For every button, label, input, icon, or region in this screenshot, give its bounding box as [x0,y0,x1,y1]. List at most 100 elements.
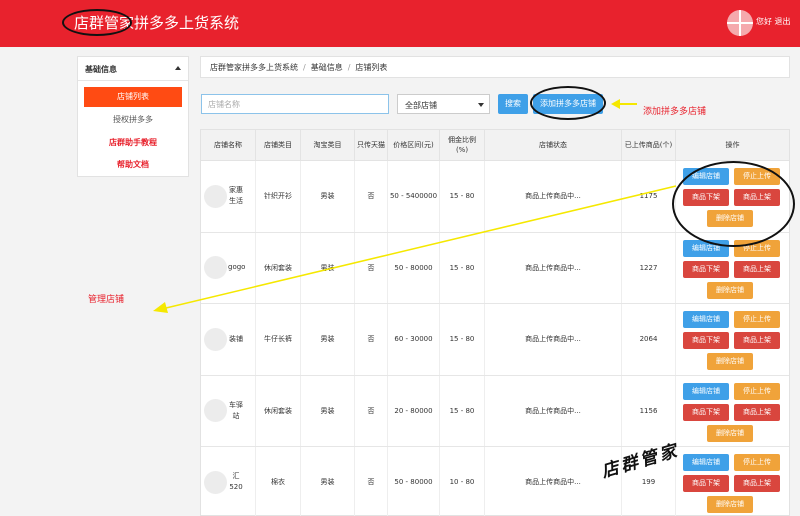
tmall-only-cell: 否 [355,447,388,516]
shop-name-cell: 家惠生活 [201,161,256,232]
goods-online-button[interactable]: 商品上架 [734,475,780,492]
delete-shop-button[interactable]: 删除店铺 [707,353,753,370]
taobao-category-cell: 男装 [301,375,355,446]
goods-online-button[interactable]: 商品上架 [734,260,780,278]
shop-avatar [204,327,227,351]
column-header-price-range: 价格区间(元) [388,130,440,161]
logout-link[interactable]: 退出 [775,17,791,26]
add-button-highlight-oval [530,86,606,120]
shop-name: 车驿站 [229,400,243,420]
column-header-shop-status: 店铺状态 [485,130,622,161]
price-range-cell: 50 - 80000 [388,232,440,303]
sidebar-item-help[interactable]: 帮助文档 [84,155,182,175]
price-range-cell: 50 - 80000 [388,447,440,516]
delete-shop-button[interactable]: 删除店铺 [707,424,753,442]
taobao-category-cell: 男装 [301,161,355,232]
app-title-suffix: 拼多多上货系统 [134,14,240,32]
goods-offline-button[interactable]: 商品下架 [683,475,729,492]
uploaded-count-cell: 1156 [622,375,676,446]
shop-name-cell: 车驿站 [201,375,256,446]
breadcrumb-item-basic[interactable]: 基础信息 [311,63,343,72]
shop-name: 汇520 [229,472,243,492]
column-header-tmall-only: 只传天猫 [355,130,388,161]
uploaded-count-cell: 1227 [622,232,676,303]
shop-avatar [204,184,227,208]
shop-status-cell: 商品上传商品中... [485,375,622,446]
delete-shop-button[interactable]: 删除店铺 [707,281,753,299]
table-row: 车驿站 休闲套装 男装否 20 - 80000 15 - 80 商品上传商品中... 115… [201,375,789,447]
sidebar-item-authorize[interactable]: 授权拼多多 [84,110,182,130]
actions-highlight-oval [672,161,795,247]
goods-offline-button[interactable]: 商品下架 [683,403,729,421]
user-links: 您好 退出 [756,16,791,27]
breadcrumb: 店群管家拼多多上货系统 / 基础信息 / 店铺列表 [200,56,790,78]
shop-category-cell: 牛仔长裤 [256,304,301,375]
taobao-category-cell: 男装 [301,447,355,516]
table-row: 装铺 牛仔长裤 男装否 60 - 30000 15 - 80 商品上传商品中... 2064… [201,304,789,376]
shop-name: 装铺 [229,334,243,343]
shop-name: 家惠生活 [229,186,243,206]
goods-offline-button[interactable]: 商品下架 [683,332,729,349]
commission-cell: 15 - 80 [440,161,485,232]
price-range-cell: 60 - 30000 [388,304,440,375]
column-header-actions: 操作 [676,130,789,161]
goods-online-button[interactable]: 商品上架 [734,403,780,421]
goods-offline-button[interactable]: 商品下架 [683,260,729,278]
shop-category-cell: 针织开衫 [256,161,301,232]
uploaded-count-cell: 2064 [622,304,676,375]
sidebar: 基础信息 店铺列表 授权拼多多 店群助手教程 帮助文档 [77,56,189,177]
column-header-taobao-category: 淘宝类目 [301,130,355,161]
greeting-text: 您好 [756,17,772,26]
shop-filter-select[interactable]: 全部店铺 [397,94,490,114]
goods-online-button[interactable]: 商品上架 [734,332,780,349]
manage-shop-annotation: 管理店铺 [88,295,125,305]
tmall-only-cell: 否 [355,232,388,303]
commission-cell: 15 - 80 [440,304,485,375]
sidebar-section-title: 基础信息 [85,65,117,74]
sidebar-item-shop-list[interactable]: 店铺列表 [84,87,182,107]
shop-status-cell: 商品上传商品中... [485,304,622,375]
taobao-category-cell: 男装 [301,304,355,375]
breadcrumb-separator: / [303,63,306,72]
shop-avatar [204,399,227,423]
sidebar-section-header[interactable]: 基础信息 [78,57,188,81]
edit-shop-button[interactable]: 编辑店铺 [683,454,729,471]
shop-category-cell: 休闲套装 [256,375,301,446]
edit-shop-button[interactable]: 编辑店铺 [683,311,729,328]
table-row: 汇520 棉衣 男装否 50 - 80000 10 - 80 商品上传商品中... 199 编… [201,447,789,516]
stop-upload-button[interactable]: 停止上传 [734,382,780,400]
stop-upload-button[interactable]: 停止上传 [734,311,780,328]
shop-avatar [204,256,227,280]
shop-name-cell: 汇520 [201,447,256,516]
shop-name-cell: gogo [201,232,256,303]
breadcrumb-item-home[interactable]: 店群管家拼多多上货系统 [210,63,298,72]
price-range-cell: 20 - 80000 [388,375,440,446]
uploaded-count-cell: 1175 [622,161,676,232]
brand-highlight-oval [62,9,132,36]
search-button[interactable]: 搜索 [498,94,528,114]
shop-avatar [204,470,227,494]
taobao-category-cell: 男装 [301,232,355,303]
tmall-only-cell: 否 [355,304,388,375]
column-header-commission: 佣金比例(%) [440,130,485,161]
column-header-shop-category: 店铺类目 [256,130,301,161]
shop-status-cell: 商品上传商品中... [485,232,622,303]
shop-name-search-input[interactable] [201,94,389,114]
commission-cell: 15 - 80 [440,232,485,303]
caret-up-icon [175,66,181,70]
breadcrumb-item-current: 店铺列表 [355,63,388,72]
price-range-cell: 50 - 5400000 [388,161,440,232]
stop-upload-button[interactable]: 停止上传 [734,454,780,471]
delete-shop-button[interactable]: 删除店铺 [707,496,753,513]
column-header-shop-name: 店铺名称 [201,130,256,161]
table-row: gogo 休闲套装 男装否 50 - 80000 15 - 80 商品上传商品中... 12… [201,232,789,304]
shop-category-cell: 棉衣 [256,447,301,516]
sidebar-item-tutorial[interactable]: 店群助手教程 [84,133,182,153]
user-avatar[interactable] [727,10,753,36]
edit-shop-button[interactable]: 编辑店铺 [683,382,729,400]
column-header-uploaded: 已上传商品(个) [622,130,676,161]
breadcrumb-separator: / [347,63,351,72]
arrow-to-add-button [611,99,637,109]
shop-filter-value: 全部店铺 [405,101,437,110]
commission-cell: 15 - 80 [440,375,485,446]
